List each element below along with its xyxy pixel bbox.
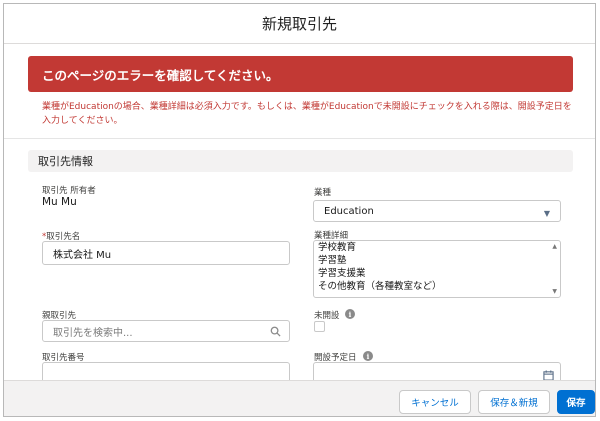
listbox-option[interactable]: 学校教育: [314, 241, 560, 254]
modal-title: 新規取引先: [261, 15, 337, 33]
industry-detail-listbox[interactable]: 学校教育 学習塾 学習支援業 その他教育（各種教室など） ▲ ▼: [313, 240, 561, 298]
chevron-down-icon: ▼: [543, 209, 550, 218]
modal-footer: キャンセル 保存＆新規 保存: [4, 380, 595, 416]
modal-header: 新規取引先: [4, 4, 595, 44]
not-opened-checkbox[interactable]: [314, 321, 325, 332]
scroll-up-icon[interactable]: ▲: [552, 243, 557, 250]
industry-label: 業種: [314, 188, 332, 198]
info-icon[interactable]: i: [363, 351, 373, 361]
listbox-option[interactable]: その他教育（各種教室など）: [314, 280, 560, 293]
account-name-input[interactable]: 株式会社 Mu: [42, 241, 290, 265]
account-name-value: 株式会社 Mu: [53, 249, 112, 261]
search-icon: [270, 326, 281, 337]
listbox-option[interactable]: 学習支援業: [314, 267, 560, 280]
parent-account-search-input[interactable]: 取引先を検索中...: [42, 320, 290, 342]
not-opened-label: 未開設: [314, 311, 340, 321]
error-banner-text: このページのエラーを確認してください。: [42, 67, 279, 83]
scroll-down-icon[interactable]: ▼: [552, 288, 557, 295]
new-account-modal: 新規取引先 このページのエラーを確認してください。 業種がEducationの場…: [3, 3, 596, 417]
section-header-account-info[interactable]: 取引先情報: [28, 150, 573, 172]
info-icon[interactable]: i: [345, 309, 355, 319]
divider: [4, 138, 595, 139]
listbox-option[interactable]: 学習塾: [314, 254, 560, 267]
error-banner: このページのエラーを確認してください。: [28, 56, 573, 92]
owner-value: Mu Mu: [42, 196, 77, 208]
save-button[interactable]: 保存: [557, 390, 595, 414]
owner-label: 取引先 所有者: [42, 186, 96, 196]
industry-select[interactable]: Education ▼: [313, 200, 561, 222]
error-detail-text: 業種がEducationの場合、業種詳細は必須入力です。もしくは、業種がEduc…: [42, 102, 572, 126]
section-title: 取引先情報: [38, 155, 93, 168]
industry-select-value: Education: [324, 205, 374, 217]
save-and-new-button[interactable]: 保存＆新規: [478, 390, 550, 414]
cancel-button[interactable]: キャンセル: [399, 390, 471, 414]
parent-account-placeholder: 取引先を検索中...: [53, 327, 133, 339]
